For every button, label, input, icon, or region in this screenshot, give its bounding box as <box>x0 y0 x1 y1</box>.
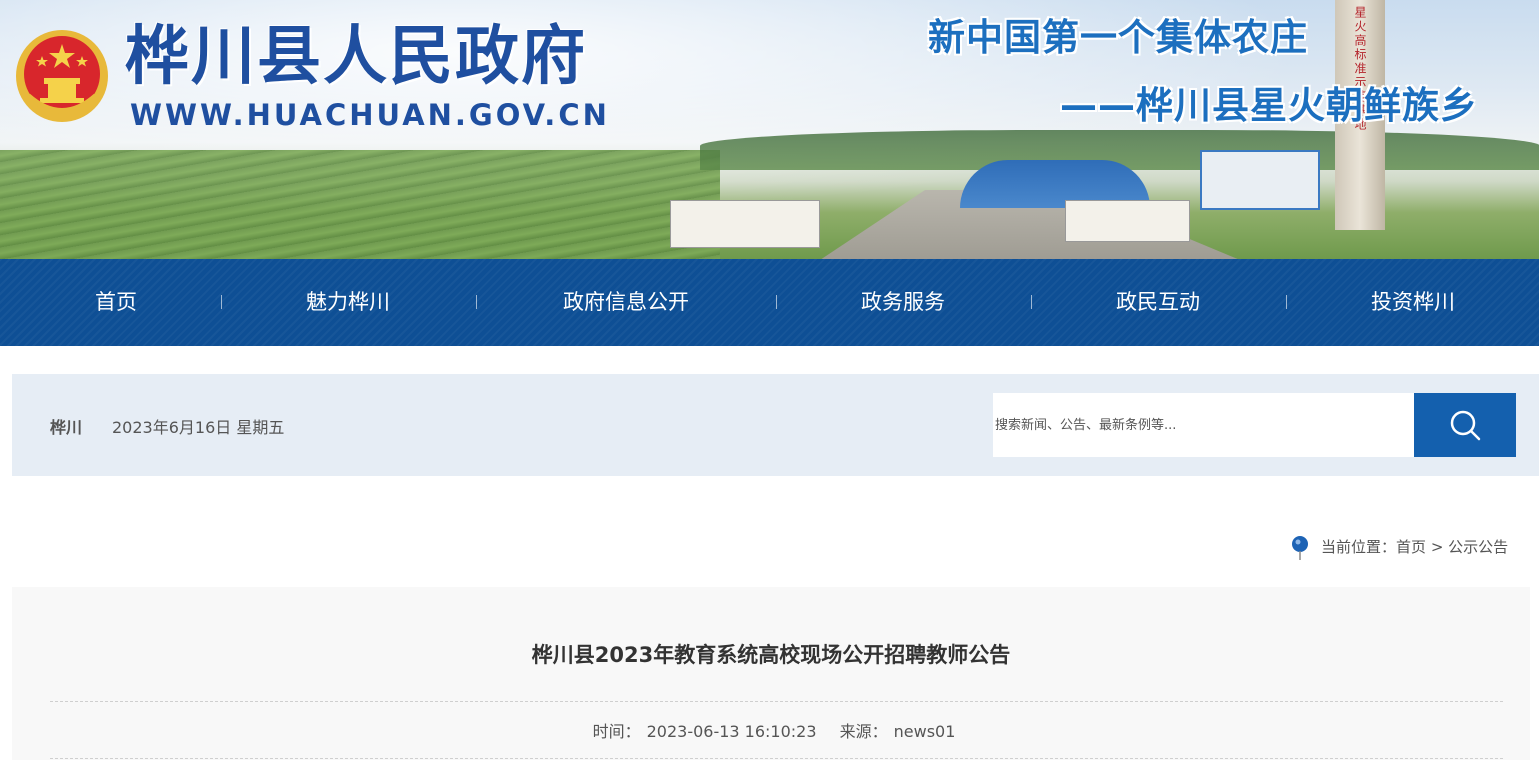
banner-field <box>0 150 720 259</box>
article-divider <box>50 701 1503 702</box>
national-emblem-icon[interactable] <box>14 26 110 126</box>
city-name: 桦川 <box>50 418 83 437</box>
info-bar: 桦川 2023年6月16日 星期五 <box>12 374 1539 476</box>
nav-item-invest[interactable]: 投资桦川 <box>1297 259 1529 346</box>
search-icon <box>1450 410 1481 441</box>
nav-separator <box>476 295 477 309</box>
search-input[interactable] <box>993 393 1414 457</box>
breadcrumb-current-link[interactable]: 公示公告 <box>1448 538 1508 556</box>
time-value: 2023-06-13 16:10:23 <box>646 722 817 741</box>
article-divider <box>50 758 1503 759</box>
current-date: 2023年6月16日 星期五 <box>112 418 285 437</box>
nav-separator <box>1286 295 1287 309</box>
source-label: 来源： <box>839 722 888 741</box>
main-nav: 首页 魅力桦川 政府信息公开 政务服务 政民互动 投资桦川 <box>0 259 1539 346</box>
banner-slogan-line1: 新中国第一个集体农庄 <box>928 16 1308 59</box>
breadcrumb-home-link[interactable]: 首页 <box>1396 538 1426 556</box>
banner-slogan-line2: ——桦川县星火朝鲜族乡 <box>1060 84 1478 127</box>
site-url: WWW.HUACHUAN.GOV.CN <box>130 98 610 132</box>
location-pin-icon <box>1292 536 1308 560</box>
article-source: 来源： news01 <box>834 722 956 741</box>
banner-gate-sign <box>1065 200 1190 242</box>
article-panel: 桦川县2023年教育系统高校现场公开招聘教师公告 时间： 2023-06-13 1… <box>12 587 1530 760</box>
article-title: 桦川县2023年教育系统高校现场公开招聘教师公告 <box>531 643 1011 667</box>
nav-item-services[interactable]: 政务服务 <box>787 259 1019 346</box>
nav-separator <box>221 295 222 309</box>
breadcrumb-text: 当前位置：首页 > 公示公告 <box>1321 534 1508 560</box>
header-banner: 星火高标准示范基地 桦川县人民政府 WWW.HUACHUAN.GOV.CN 新中… <box>0 0 1539 259</box>
nav-item-interaction[interactable]: 政民互动 <box>1042 259 1274 346</box>
nav-item-charm[interactable]: 魅力桦川 <box>232 259 464 346</box>
nav-separator <box>776 295 777 309</box>
nav-separator <box>1031 295 1032 309</box>
breadcrumb-separator: > <box>1430 538 1444 556</box>
source-value: news01 <box>893 722 956 741</box>
banner-gate <box>670 200 820 248</box>
banner-building <box>1200 150 1320 210</box>
article-time: 时间： 2023-06-13 16:10:23 <box>587 722 817 741</box>
article-meta: 时间： 2023-06-13 16:10:23 来源： news01 <box>12 718 1530 742</box>
nav-item-home[interactable]: 首页 <box>0 259 232 346</box>
breadcrumb-prefix: 当前位置： <box>1321 538 1397 556</box>
nav-item-gov-info[interactable]: 政府信息公开 <box>487 259 765 346</box>
site-title[interactable]: 桦川县人民政府 <box>125 20 587 94</box>
search-button[interactable] <box>1414 393 1516 457</box>
time-label: 时间： <box>592 722 641 741</box>
